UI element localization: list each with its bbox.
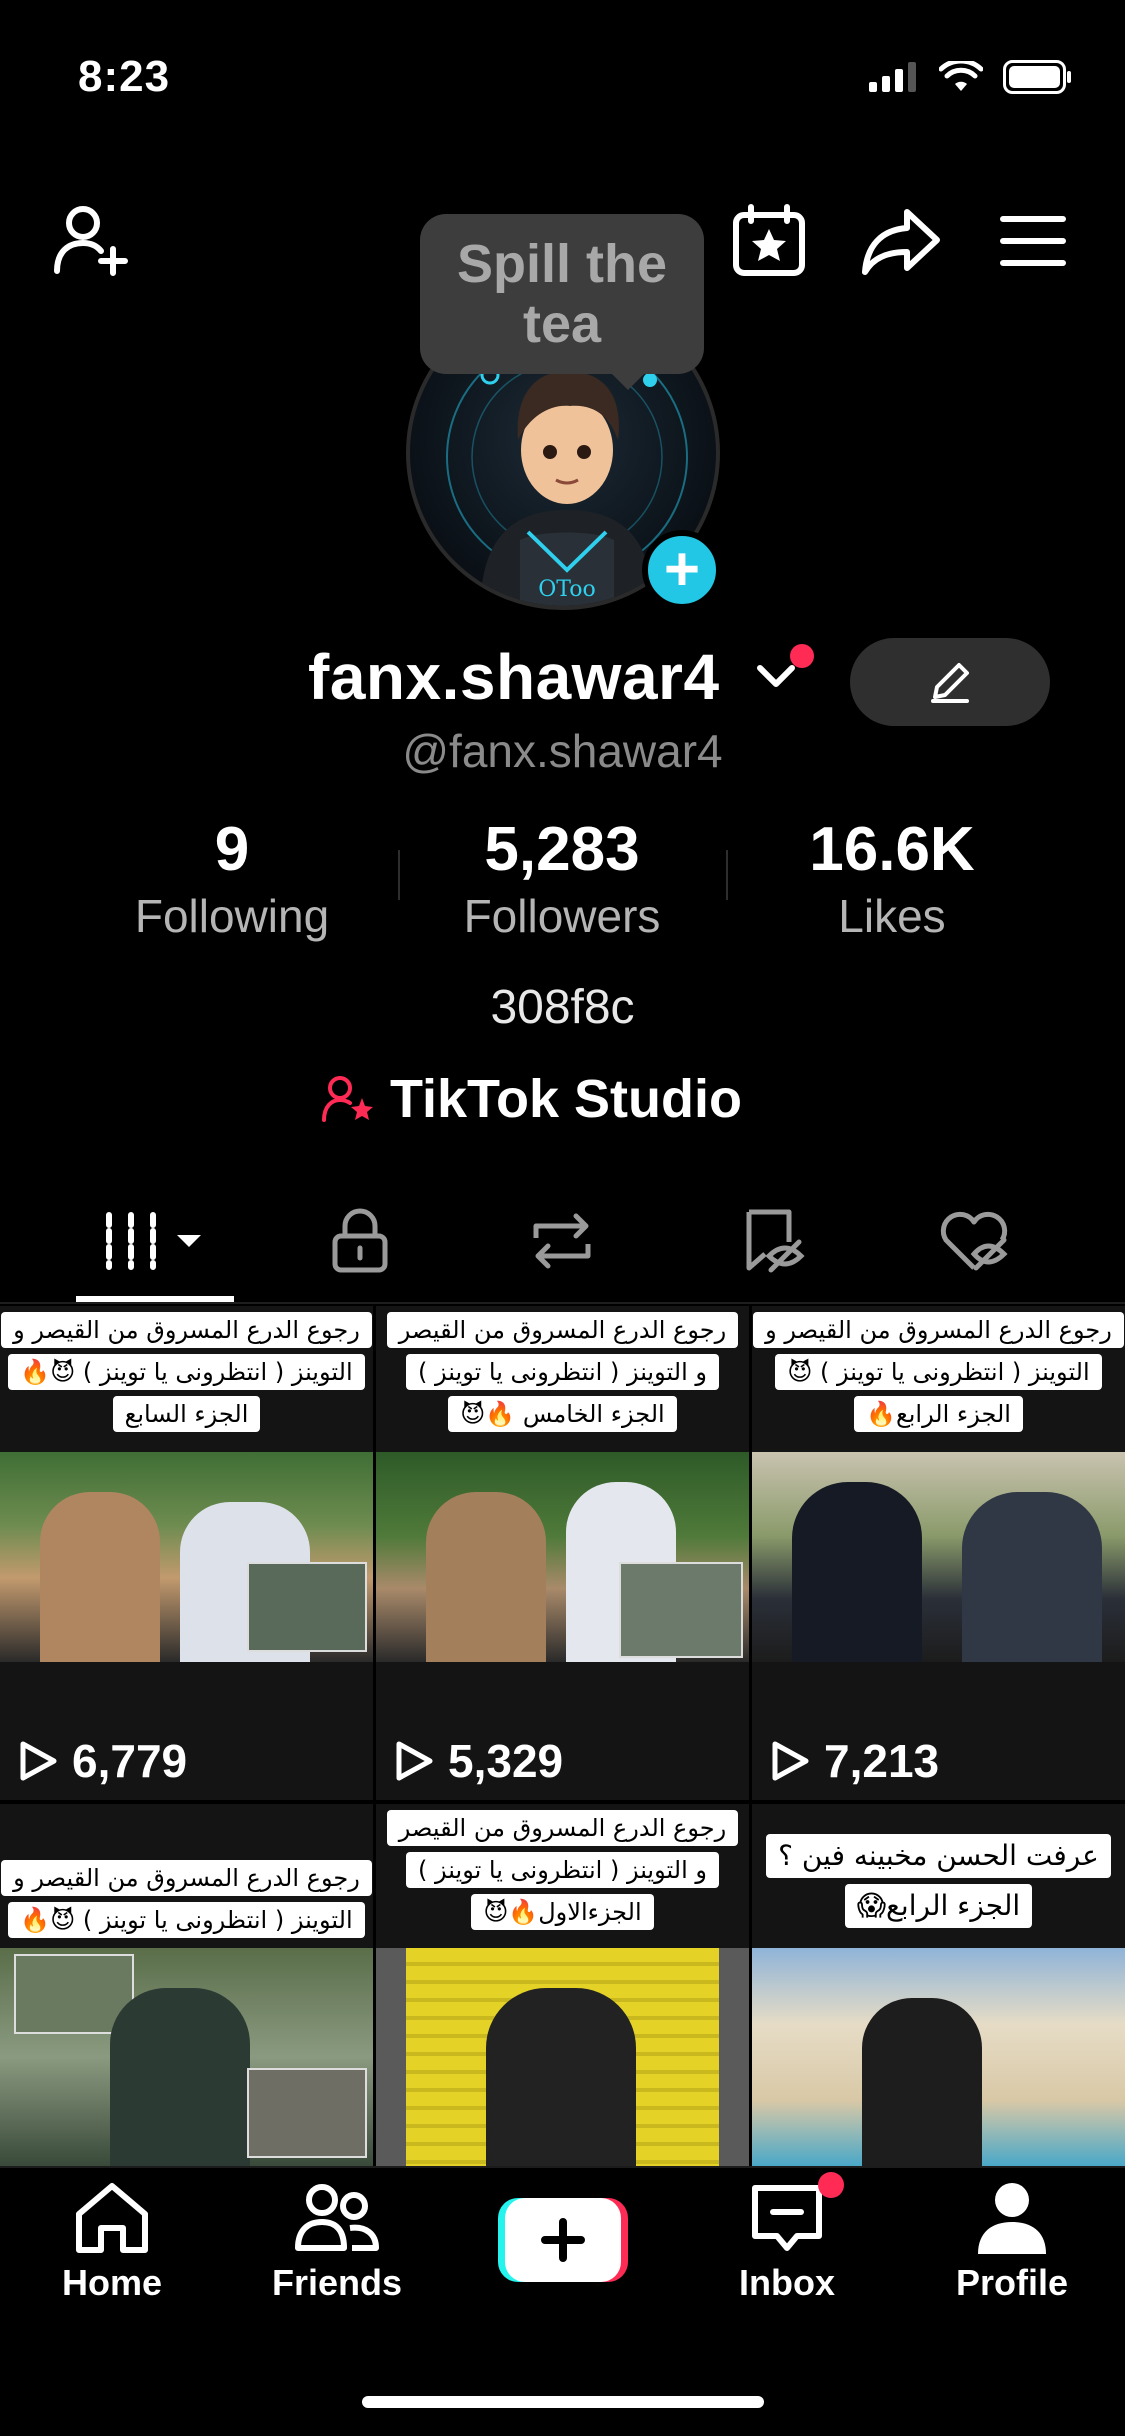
share-arrow-icon [862,209,940,275]
followers-stat[interactable]: 5,283 Followers [412,812,712,944]
tab-reposts[interactable] [474,1196,649,1286]
video-caption: رجوع الدرع المسروق من القيصر و التوينز (… [376,1306,749,1432]
calendar-star-icon [733,204,805,276]
nav-inbox-label: Inbox [739,2262,835,2303]
video-caption: رجوع الدرع المسروق من القيصر و التوينز (… [0,1306,373,1432]
nav-home[interactable]: Home [17,2180,207,2304]
spill-the-tea-tooltip[interactable]: Spill the tea [420,214,704,390]
display-name[interactable]: fanx.shawar4 [308,640,720,714]
create-post-button[interactable] [498,2198,628,2282]
create-plus-icon [498,2198,628,2282]
likes-count: 16.6K [809,815,975,884]
video-tile[interactable]: رجوع الدرع المسروق من القيصر و التوينز (… [0,1306,373,1800]
video-tile[interactable]: عرفت الحسن مخبينه فين ؟ الجزء الرابع😱 [752,1804,1125,2166]
video-thumbnail [752,1452,1125,1662]
nav-profile-label: Profile [955,2262,1069,2303]
home-indicator[interactable] [362,2396,764,2408]
video-caption: رجوع الدرع المسروق من القيصر و التوينز (… [752,1306,1125,1432]
likes-label: Likes [838,890,946,942]
tiktok-studio-link[interactable]: TikTok Studio [322,1068,742,1130]
video-thumbnail [0,1948,373,2166]
play-icon [20,1741,57,1781]
battery-icon [1003,60,1071,94]
menu-button[interactable] [988,196,1078,286]
edit-profile-button[interactable] [850,638,1050,726]
add-person-icon [54,206,128,276]
inbox-notification-dot [818,2172,844,2198]
likes-stat[interactable]: 16.6K Likes [742,812,1042,944]
tab-saved[interactable] [684,1196,859,1286]
video-thumbnail [376,1948,749,2166]
followers-count: 5,283 [484,815,640,884]
share-profile-button[interactable] [856,196,946,286]
events-button[interactable] [724,196,814,286]
tab-videos[interactable] [68,1196,243,1286]
heart-hidden-icon [940,1211,1008,1271]
add-photo-button[interactable]: + [642,530,722,610]
nav-friends-label: Friends [271,2262,403,2303]
tiktok-studio-label: TikTok Studio [390,1069,743,1129]
following-stat[interactable]: 9 Following [82,812,382,944]
following-count: 9 [214,815,250,884]
video-thumbnail [376,1452,749,1662]
videos-grid-icon [105,1212,201,1270]
followers-label: Followers [463,890,661,942]
add-friend-button[interactable] [46,196,136,286]
tooltip-text: Spill the tea [456,234,667,354]
play-icon [396,1741,433,1781]
nav-inbox[interactable]: Inbox [692,2180,882,2304]
profile-person-icon [978,2183,1046,2254]
video-tile[interactable]: رجوع الدرع المسروق من القيصر و التوينز (… [0,1804,373,2166]
pencil-icon [931,663,969,703]
username-handle: @fanx.shawar4 [402,725,723,777]
notification-dot [790,644,814,668]
repost-icon [533,1213,590,1269]
home-icon [76,2183,148,2253]
view-count: 5,329 [394,1734,563,1788]
wifi-icon [939,61,983,91]
status-time: 8:23 [78,52,171,101]
video-caption: رجوع الدرع المسروق من القيصر و التوينز (… [0,1804,373,1938]
video-thumbnail [752,1948,1125,2166]
video-tile[interactable]: رجوع الدرع المسروق من القيصر و التوينز (… [376,1804,749,2166]
view-count: 7,213 [770,1734,939,1788]
nav-friends[interactable]: Friends [242,2180,432,2304]
creator-star-icon [322,1076,373,1122]
video-caption: عرفت الحسن مخبينه فين ؟ الجزء الرابع😱 [752,1804,1125,1928]
video-tile[interactable]: رجوع الدرع المسروق من القيصر و التوينز (… [376,1306,749,1800]
inbox-icon [752,2185,822,2251]
video-caption: رجوع الدرع المسروق من القيصر و التوينز (… [376,1804,749,1930]
nav-home-label: Home [61,2262,163,2303]
bookmark-hidden-icon [746,1209,805,1273]
following-label: Following [134,890,330,942]
tabs-divider [0,1302,1125,1304]
video-tile[interactable]: رجوع الدرع المسروق من القيصر و التوينز (… [752,1306,1125,1800]
status-icons [869,60,1073,94]
play-icon [772,1741,809,1781]
stat-divider [726,850,728,900]
tab-private[interactable] [272,1196,447,1286]
hamburger-menu-icon [1000,216,1066,266]
tab-liked[interactable] [886,1196,1061,1286]
stat-divider [398,850,400,900]
lock-icon [332,1208,387,1273]
video-thumbnail [0,1452,373,1662]
profile-bio: 308f8c [490,981,635,1034]
nav-profile[interactable]: Profile [917,2180,1107,2304]
friends-icon [295,2184,379,2251]
chevron-down-icon[interactable] [756,662,796,690]
cellular-signal-icon [869,62,916,92]
svg-text:OToo: OToo [538,577,596,602]
view-count: 6,779 [18,1734,187,1788]
